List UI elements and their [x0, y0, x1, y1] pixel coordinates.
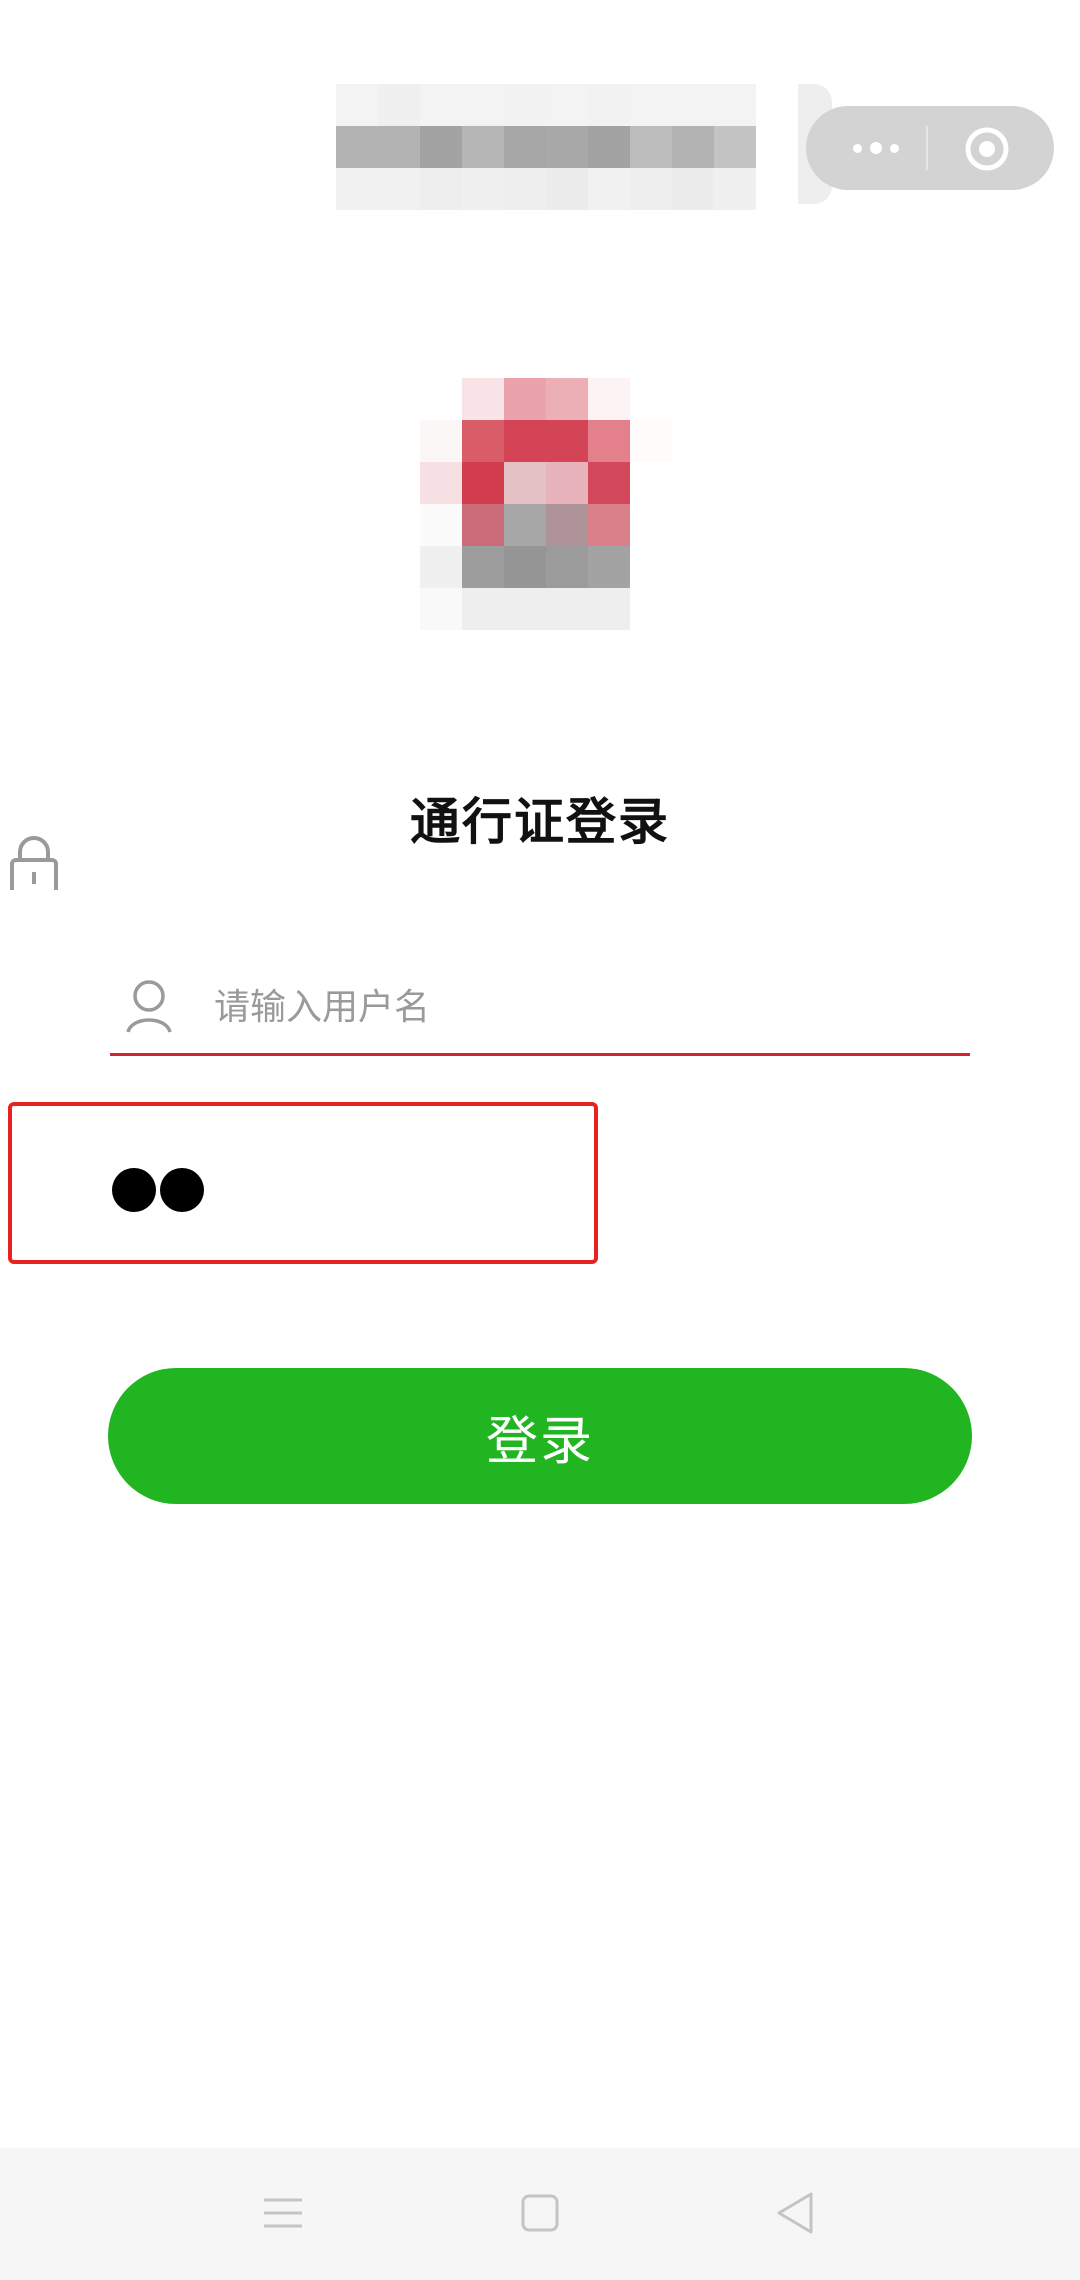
more-dots-icon[interactable]: [826, 120, 926, 176]
title-mosaic-tile: [672, 126, 714, 168]
logo-mosaic-tile: [504, 546, 546, 588]
logo-mosaic-tile: [546, 504, 588, 546]
logo-mosaic-tile: [504, 462, 546, 504]
title-mosaic-tile: [630, 168, 672, 210]
system-nav-bar: [0, 2148, 1080, 2280]
logo-mosaic-tile: [588, 546, 630, 588]
title-mosaic-tile: [672, 168, 714, 210]
logo-mosaic-tile: [546, 462, 588, 504]
title-mosaic-tile: [336, 168, 378, 210]
title-mosaic-tile: [378, 126, 420, 168]
logo-mosaic-tile: [420, 420, 462, 462]
title-mosaic-tile: [504, 168, 546, 210]
page-title-pixelated: [336, 84, 756, 210]
title-mosaic-tile: [714, 126, 756, 168]
logo-mosaic-tile: [630, 462, 672, 504]
title-mosaic-tile: [546, 168, 588, 210]
title-mosaic-tile: [546, 126, 588, 168]
logo-mosaic-tile: [630, 504, 672, 546]
logo-mosaic-tile: [546, 588, 588, 630]
logo-mosaic-tile: [420, 378, 462, 420]
logo-mosaic-tile: [546, 378, 588, 420]
logo-mosaic-tile: [588, 462, 630, 504]
logo-mosaic-tile: [588, 504, 630, 546]
logo-mosaic-tile: [504, 588, 546, 630]
title-mosaic-tile: [672, 84, 714, 126]
logo-mosaic-tile: [420, 462, 462, 504]
title-mosaic-tile: [420, 84, 462, 126]
logo-mosaic-tile: [588, 378, 630, 420]
title-mosaic-tile: [504, 126, 546, 168]
title-mosaic-tile: [462, 168, 504, 210]
logo-mosaic-tile: [630, 378, 672, 420]
title-mosaic-tile: [420, 126, 462, 168]
title-mosaic-tile: [462, 126, 504, 168]
title-mosaic-tile: [714, 168, 756, 210]
logo-mosaic-tile: [588, 588, 630, 630]
username-input[interactable]: [214, 972, 954, 1042]
title-mosaic-tile: [336, 84, 378, 126]
title-mosaic-tile: [588, 84, 630, 126]
user-icon: [126, 980, 172, 1033]
logo-mosaic-tile: [504, 378, 546, 420]
title-mosaic-tile: [378, 84, 420, 126]
logo-mosaic-tile: [462, 504, 504, 546]
username-field: [110, 966, 970, 1056]
password-input[interactable]: [112, 1168, 204, 1212]
logo-mosaic-tile: [420, 546, 462, 588]
title-mosaic-tile: [546, 84, 588, 126]
logo-mosaic-tile: [420, 588, 462, 630]
title-mosaic-tile: [588, 168, 630, 210]
password-dot: [160, 1168, 204, 1212]
app-logo-pixelated: [420, 378, 672, 630]
login-button[interactable]: 登录: [108, 1368, 972, 1504]
logo-mosaic-tile: [630, 546, 672, 588]
logo-mosaic-tile: [546, 546, 588, 588]
title-mosaic-tile: [420, 168, 462, 210]
logo-mosaic-tile: [546, 420, 588, 462]
home-square-icon[interactable]: [515, 2188, 565, 2238]
title-mosaic-tile: [378, 168, 420, 210]
logo-mosaic-tile: [630, 420, 672, 462]
title-mosaic-tile: [630, 126, 672, 168]
password-dot: [112, 1168, 156, 1212]
logo-mosaic-tile: [504, 420, 546, 462]
logo-mosaic-tile: [462, 420, 504, 462]
title-mosaic-tile: [504, 84, 546, 126]
lock-icon: [10, 836, 58, 890]
title-mosaic-tile: [462, 84, 504, 126]
logo-mosaic-tile: [630, 588, 672, 630]
title-mosaic-tile: [714, 84, 756, 126]
menu-icon[interactable]: [258, 2188, 308, 2238]
login-heading: 通行证登录: [410, 793, 670, 851]
title-mosaic-tile: [630, 84, 672, 126]
target-circle-icon[interactable]: [962, 124, 1012, 174]
back-triangle-icon[interactable]: [771, 2188, 821, 2238]
logo-mosaic-tile: [462, 546, 504, 588]
title-mosaic-tile: [336, 126, 378, 168]
title-mosaic-tile: [588, 126, 630, 168]
logo-mosaic-tile: [420, 504, 462, 546]
logo-mosaic-tile: [462, 588, 504, 630]
logo-mosaic-tile: [504, 504, 546, 546]
password-field-highlight: [8, 1102, 598, 1264]
capsule-divider: [926, 126, 928, 170]
logo-mosaic-tile: [462, 462, 504, 504]
logo-mosaic-tile: [462, 378, 504, 420]
logo-mosaic-tile: [588, 420, 630, 462]
